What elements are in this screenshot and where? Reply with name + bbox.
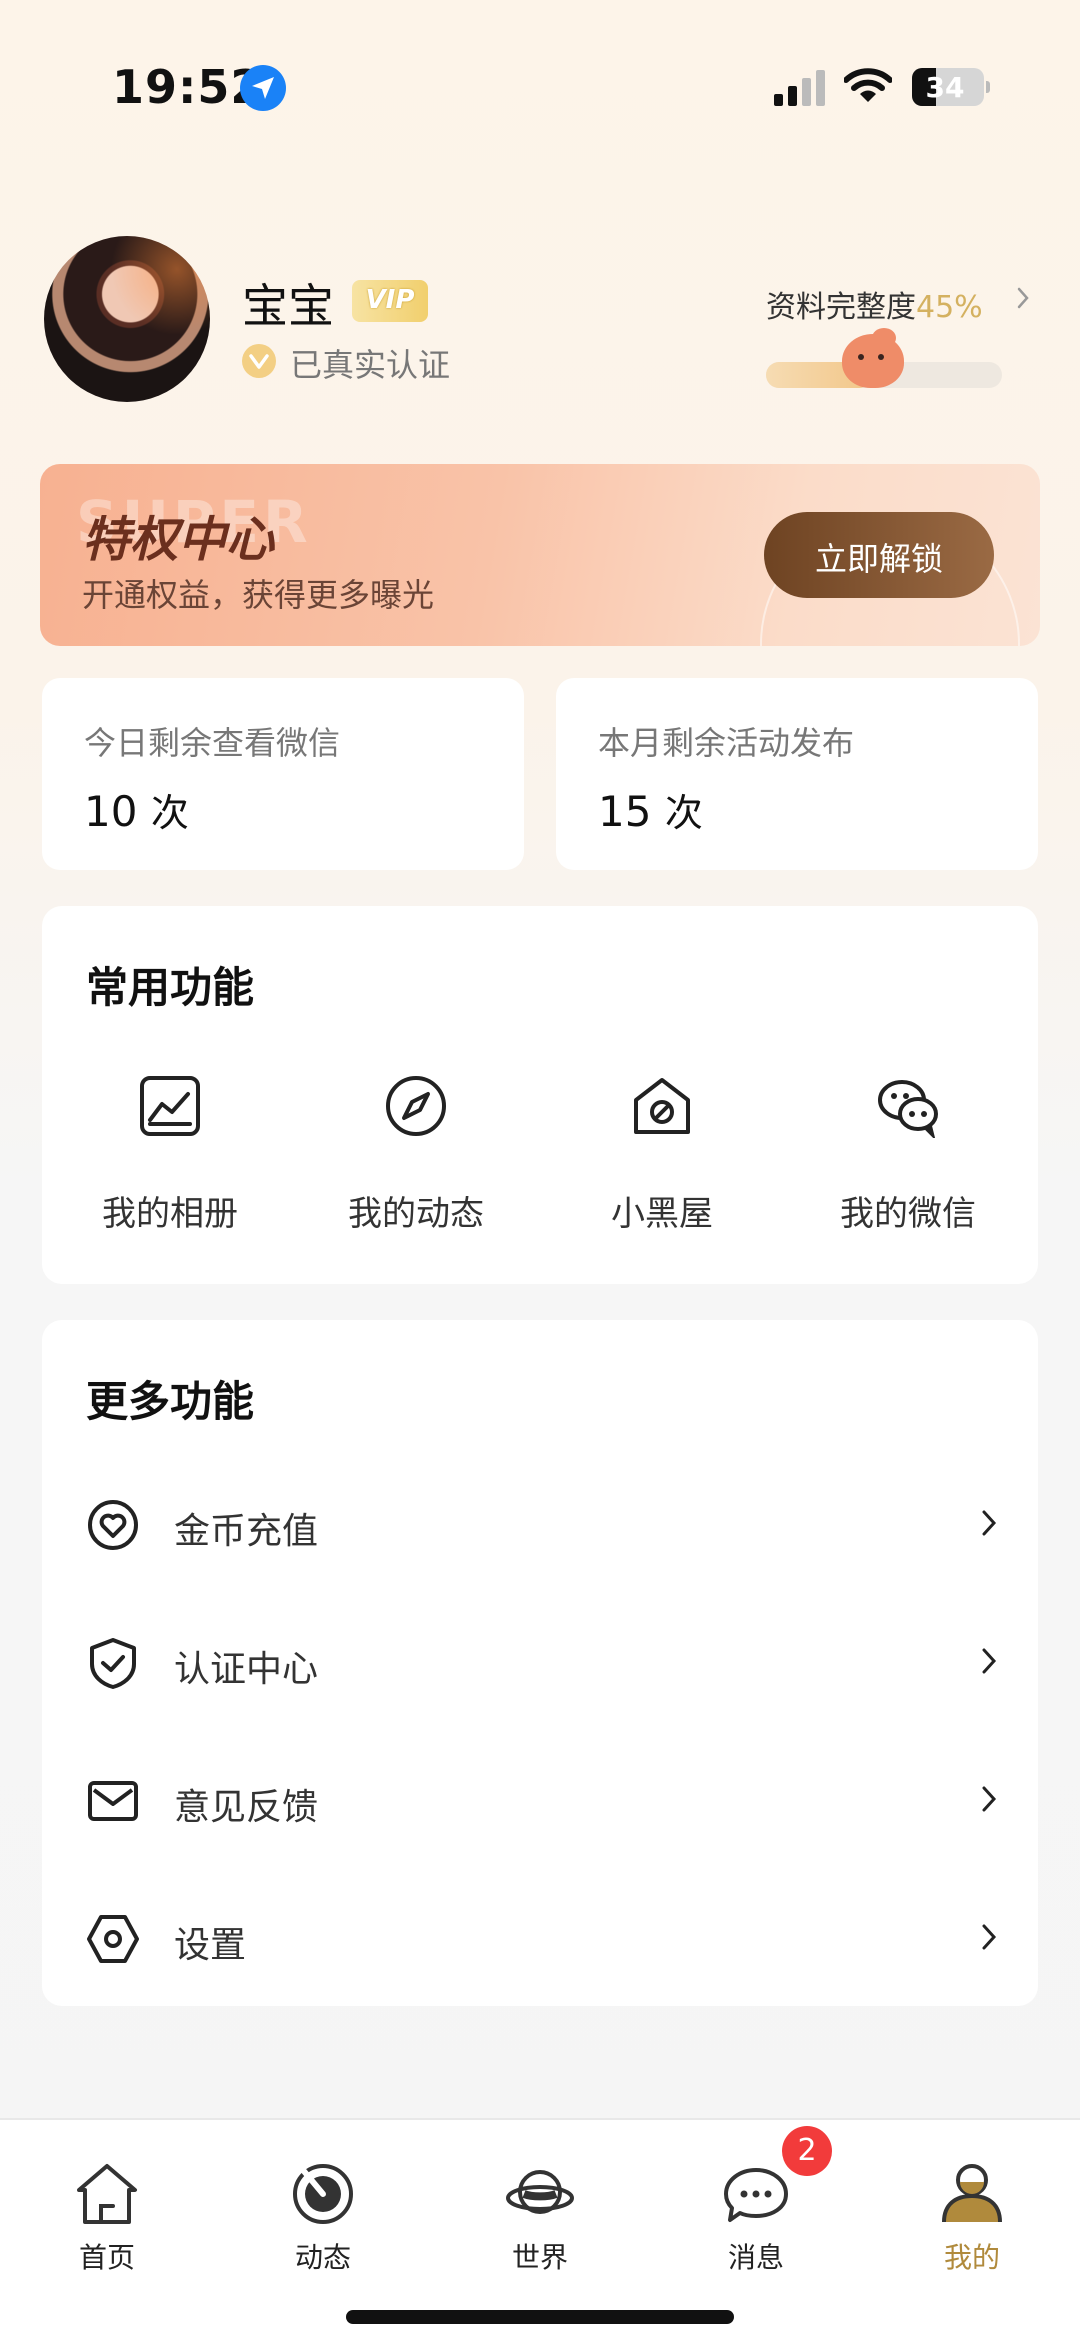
privilege-subtitle: 开通权益，获得更多曝光 <box>82 576 435 614</box>
section-title: 更多功能 <box>86 1377 255 1426</box>
home-indicator <box>346 2310 734 2324</box>
message-badge: 2 <box>782 2126 832 2176</box>
stat-card-activity-posts: 本月剩余活动发布 15 次 <box>556 678 1038 870</box>
vip-badge[interactable]: VIP <box>352 280 428 322</box>
wifi-icon <box>844 68 892 102</box>
status-bar: 19:52 34 <box>0 0 1080 140</box>
chevron-right-icon <box>982 1510 997 1536</box>
menu-item-feedback[interactable]: 意见反馈 <box>42 1732 1038 1870</box>
stat-label: 今日剩余查看微信 <box>84 724 341 762</box>
stat-card-wechat-views: 今日剩余查看微信 10 次 <box>42 678 524 870</box>
tab-me[interactable]: 我的 <box>892 2140 1052 2274</box>
person-icon <box>942 2164 1002 2223</box>
compass-icon <box>386 1076 446 1136</box>
album-icon <box>140 1076 200 1136</box>
blocked-house-icon <box>634 1078 690 1134</box>
chevron-right-icon <box>982 1648 997 1674</box>
menu-item-label: 金币充值 <box>174 1511 319 1552</box>
settings-hexagon-icon <box>87 1915 139 1963</box>
dial-icon <box>293 2164 353 2224</box>
signal-icon <box>774 70 826 106</box>
completeness-percent: 45% <box>916 290 983 325</box>
verified-icon <box>242 344 276 378</box>
shield-check-icon <box>90 1638 136 1689</box>
menu-item-label: 设置 <box>174 1925 247 1966</box>
menu-item-label: 认证中心 <box>174 1649 319 1690</box>
wechat-icon <box>878 1080 938 1138</box>
menu-item-label: 意见反馈 <box>174 1787 319 1828</box>
chevron-right-icon <box>982 1924 997 1950</box>
menu-item-verification-center[interactable]: 认证中心 <box>42 1594 1038 1732</box>
coin-heart-icon <box>88 1500 138 1550</box>
tab-home[interactable]: 首页 <box>27 2140 187 2274</box>
stat-label: 本月剩余活动发布 <box>598 724 855 762</box>
mail-icon <box>88 1781 138 1821</box>
privilege-title: 特权中心 <box>82 512 275 568</box>
home-icon <box>77 2164 137 2224</box>
privilege-banner[interactable]: SUPER 特权中心 开通权益，获得更多曝光 立即解锁 <box>40 464 1040 646</box>
unlock-button[interactable]: 立即解锁 <box>764 512 994 598</box>
tab-world[interactable]: 世界 <box>460 2140 620 2274</box>
chevron-right-icon <box>982 1786 997 1812</box>
location-icon <box>240 65 286 111</box>
battery-icon: 34 <box>912 68 990 106</box>
user-name: 宝宝 <box>242 279 334 333</box>
section-title: 常用功能 <box>86 963 255 1012</box>
chat-bubble-icon <box>724 2168 788 2222</box>
menu-item-settings[interactable]: 设置 <box>42 1870 1038 2008</box>
battery-level: 34 <box>925 71 965 104</box>
stat-value: 10 次 <box>84 787 189 836</box>
mascot-icon <box>842 328 904 388</box>
stat-value: 15 次 <box>598 787 703 836</box>
planet-icon <box>506 2170 574 2214</box>
menu-item-coin-recharge[interactable]: 金币充值 <box>42 1456 1038 1594</box>
verified-status: 已真实认证 <box>290 346 451 384</box>
tab-moments[interactable]: 动态 <box>243 2140 403 2274</box>
profile-completeness[interactable]: 资料完整度45% <box>766 282 983 326</box>
chevron-right-icon[interactable] <box>1016 286 1030 310</box>
avatar[interactable] <box>44 236 210 402</box>
